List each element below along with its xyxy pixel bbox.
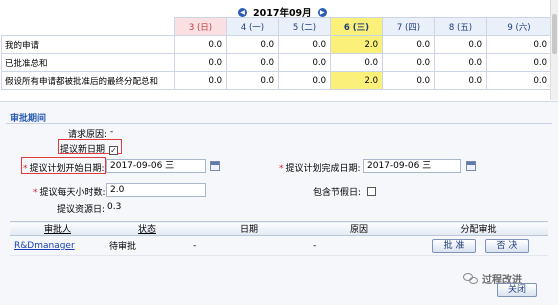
- table-cell: 0.0: [486, 53, 552, 72]
- row-label: 假设所有申请都被批准后的最终分配总和: [1, 71, 175, 90]
- end-date-label-group: * 提议计划完成日期:: [279, 161, 361, 174]
- day-header: 9 (六): [486, 17, 552, 36]
- timesheet-corner: [1, 17, 175, 36]
- hours-per-day-input[interactable]: 2.0: [106, 183, 206, 197]
- request-reason-value: -: [110, 127, 114, 137]
- table-cell: 0.0: [226, 71, 279, 90]
- date-column-header: 日期: [189, 221, 309, 236]
- chat-bubble-icon: [463, 272, 479, 285]
- reject-button[interactable]: 否 决: [484, 238, 529, 253]
- reason-cell: -: [309, 235, 409, 256]
- timesheet-table: 3 (日) 4 (一) 5 (二) 6 (三) 7 (四) 8 (五) 9 (六…: [1, 17, 552, 90]
- include-holiday-option: 包含节假日:: [313, 185, 377, 198]
- start-date-input[interactable]: 2017-09-06 三: [106, 159, 206, 173]
- table-cell: 0.0: [382, 71, 435, 90]
- day-header: 6 (三): [330, 17, 383, 36]
- day-header: 3 (日): [174, 17, 227, 36]
- approver-column-header[interactable]: 审批人: [10, 221, 105, 236]
- hours-per-day-label: 提议每天小时数:: [39, 188, 106, 198]
- table-cell: 0.0: [278, 35, 331, 54]
- status-column-header[interactable]: 状态: [105, 221, 189, 236]
- end-date-input[interactable]: 2017-09-06 三: [363, 159, 461, 173]
- start-date-label-group: * 提议计划开始日期:: [23, 161, 105, 174]
- table-cell: 0.0: [174, 71, 227, 90]
- scrollbar-thumb[interactable]: [552, 14, 557, 54]
- table-row: R&Dmanager 待审批 - - 批 准 否 决: [10, 235, 548, 256]
- table-cell: 0.0: [226, 35, 279, 54]
- prev-month-icon[interactable]: ◀: [238, 7, 247, 17]
- table-cell: 0.0: [278, 71, 331, 90]
- required-marker: *: [279, 164, 284, 174]
- row-label: 已批准总和: [1, 53, 175, 72]
- table-cell: 2.0: [330, 35, 383, 54]
- approve-button[interactable]: 批 准: [432, 238, 477, 253]
- propose-new-date-option: 提议新日期 ✓: [60, 142, 119, 155]
- table-cell: 0.0: [330, 53, 383, 72]
- assign-column-header: 分配审批: [409, 221, 548, 236]
- include-holiday-label: 包含节假日:: [313, 188, 362, 198]
- table-cell: 0.0: [434, 35, 487, 54]
- end-date-label: 提议计划完成日期:: [285, 164, 361, 174]
- timesheet-header-row: 3 (日) 4 (一) 5 (二) 6 (三) 7 (四) 8 (五) 9 (六…: [1, 17, 552, 36]
- resource-days-value: 0.3: [107, 202, 122, 212]
- table-cell: 2.0: [330, 71, 383, 90]
- hours-label-group: * 提议每天小时数:: [33, 185, 106, 198]
- table-cell: 0.0: [382, 53, 435, 72]
- calendar-icon[interactable]: [210, 161, 220, 171]
- table-cell: 0.0: [434, 53, 487, 72]
- propose-new-date-label: 提议新日期: [60, 145, 106, 155]
- table-cell: 0.0: [226, 53, 279, 72]
- include-holiday-checkbox[interactable]: [367, 187, 377, 196]
- table-cell: 0.0: [174, 53, 227, 72]
- table-cell: 0.0: [486, 35, 552, 54]
- date-cell: -: [189, 235, 309, 256]
- table-cell: 0.0: [382, 35, 435, 54]
- timesheet-panel: ◀ 2017年09月 ▶ 3 (日) 4 (一) 5 (二) 6 (三) 7 (…: [0, 0, 558, 100]
- propose-new-date-checkbox[interactable]: ✓: [109, 146, 119, 155]
- reason-column-header: 原因: [309, 221, 409, 236]
- required-marker: *: [33, 188, 38, 198]
- status-cell: 待审批: [105, 235, 189, 256]
- table-cell: 0.0: [486, 71, 552, 90]
- approver-cell: R&Dmanager: [10, 235, 105, 256]
- table-cell: 0.0: [174, 35, 227, 54]
- start-date-label: 提议计划开始日期:: [29, 164, 105, 174]
- vertical-scrollbar[interactable]: [550, 0, 558, 100]
- table-row: 假设所有申请都被批准后的最终分配总和 0.0 0.0 0.0 2.0 0.0 0…: [1, 71, 552, 90]
- table-cell: 0.0: [434, 71, 487, 90]
- table-row: 我的申请 0.0 0.0 0.0 2.0 0.0 0.0 0.0: [1, 35, 552, 54]
- table-row: 已批准总和 0.0 0.0 0.0 0.0 0.0 0.0 0.0: [1, 53, 552, 72]
- day-header: 7 (四): [382, 17, 435, 36]
- resource-days-label: 提议资源日:: [57, 205, 106, 215]
- close-button[interactable]: 关闭: [497, 283, 537, 297]
- required-marker: *: [23, 164, 28, 174]
- next-month-icon[interactable]: ▶: [317, 7, 327, 17]
- table-cell: 0.0: [278, 53, 331, 72]
- day-header: 5 (二): [278, 17, 331, 36]
- approver-table: 审批人 状态 日期 原因 分配审批 R&Dmanager 待审批 - - 批 准…: [10, 221, 548, 256]
- day-header: 4 (一): [226, 17, 279, 36]
- section-divider: [6, 123, 552, 124]
- approver-header-row: 审批人 状态 日期 原因 分配审批: [10, 221, 548, 236]
- day-header: 8 (五): [434, 17, 487, 36]
- row-label: 我的申请: [1, 35, 175, 54]
- approver-link[interactable]: R&Dmanager: [14, 241, 75, 251]
- calendar-icon[interactable]: [466, 161, 476, 171]
- action-cell: 批 准 否 决: [409, 235, 548, 256]
